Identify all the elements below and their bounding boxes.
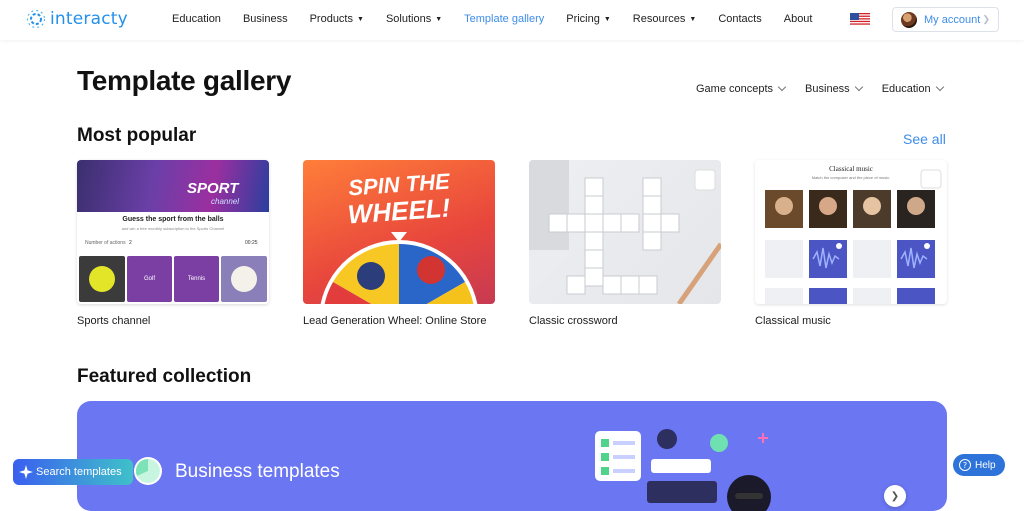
sports-question: Guess the sport from the balls (122, 216, 224, 223)
help-button[interactable]: ? Help (953, 454, 1005, 476)
option-tile (79, 256, 125, 302)
sparkle-icon (19, 465, 33, 479)
crossword-grid-icon (529, 160, 721, 304)
logo-sun-icon (26, 9, 46, 29)
timer-value: 00:25 (245, 240, 258, 246)
top-navigation-bar: interacty Education Business Products ▼ Solu… (0, 0, 1024, 40)
interacty-logo[interactable]: interacty (26, 9, 128, 29)
business-illustration (595, 429, 771, 511)
nav-item-template-gallery[interactable]: Template gallery (464, 13, 544, 25)
avatar (901, 11, 917, 28)
page-title: Template gallery (77, 65, 292, 96)
option-tile-tennis: Tennis (174, 256, 219, 302)
nav-item-label: Pricing (566, 13, 600, 25)
card-label[interactable]: Classical music (755, 315, 831, 327)
nav-item-label: Solutions (385, 13, 432, 25)
caret-down-icon: ▼ (689, 16, 697, 23)
caret-down-icon: ▼ (435, 16, 443, 23)
sports-banner-image (77, 160, 269, 212)
question-circle-icon: ? (959, 459, 971, 471)
business-pie-icon (134, 457, 162, 485)
see-all-link[interactable]: See all (903, 131, 946, 147)
tennis-ball-image (89, 266, 115, 292)
chevron-down-icon (854, 82, 863, 92)
main-nav: Education Business Products ▼ Solutions ▼ Temp… (172, 13, 834, 25)
help-label: Help (975, 459, 996, 471)
card-label[interactable]: Classic crossword (529, 315, 618, 327)
chevron-down-icon (935, 82, 944, 92)
chevron-right-icon: ❯ (982, 14, 990, 24)
actions-count: 2 (129, 240, 132, 246)
nav-item-solutions[interactable]: Solutions ▼ (386, 13, 442, 25)
filter-label: Game concepts (696, 83, 774, 95)
template-card-classic-crossword[interactable] (529, 160, 721, 304)
actions-label: Number of actions (85, 240, 126, 246)
filter-education[interactable]: Education (881, 82, 944, 95)
nav-item-education[interactable]: Education (172, 13, 221, 25)
filter-label: Education (881, 83, 931, 95)
banner-title: Business templates (175, 461, 340, 482)
sport-brand-text: SPORT (187, 180, 239, 197)
most-popular-heading: Most popular (77, 125, 197, 146)
business-templates-banner[interactable] (77, 401, 947, 511)
template-card-sports-channel[interactable]: SPORT channel Guess the sport from the b… (77, 160, 269, 304)
filter-game-concepts[interactable]: Game concepts (696, 82, 787, 95)
my-account-label: My account (924, 13, 981, 26)
search-templates-button[interactable]: Search templates (13, 459, 133, 485)
nav-item-label: Template gallery (464, 13, 545, 25)
option-tile (221, 256, 267, 302)
nav-item-label: Business (242, 13, 288, 25)
us-flag-icon[interactable] (850, 13, 870, 26)
search-templates-label: Search templates (36, 466, 122, 478)
prize-wheel-icon (320, 232, 478, 304)
nav-item-contacts[interactable]: Contacts (718, 13, 761, 25)
carousel-next-button[interactable]: ❯ (884, 485, 906, 507)
nav-item-about[interactable]: About (784, 13, 813, 25)
nav-item-business[interactable]: Business (243, 13, 288, 25)
chevron-down-icon (777, 82, 787, 92)
golf-ball-image (231, 266, 257, 292)
sports-question-sub: and win a free monthly subscription to t… (121, 226, 225, 231)
nav-item-label: Resources (632, 13, 686, 25)
option-tile-golf: Golf (127, 256, 172, 302)
nav-item-label: Education (172, 13, 221, 25)
caret-down-icon: ▼ (603, 16, 611, 23)
composer-grid-icon (765, 169, 942, 304)
card-label[interactable]: Lead Generation Wheel: Online Store (303, 315, 486, 327)
chevron-right-icon: ❯ (890, 490, 900, 502)
featured-collection-heading: Featured collection (77, 366, 252, 387)
card-label[interactable]: Sports channel (77, 315, 150, 327)
template-card-classical-music[interactable]: Classical music Match the composer and t… (755, 160, 947, 304)
nav-item-resources[interactable]: Resources ▼ (633, 13, 697, 25)
logo-text: interacty (50, 9, 128, 29)
template-card-spin-wheel[interactable]: SPIN THE WHEEL! (303, 160, 495, 304)
nav-item-label: Contacts (718, 13, 762, 25)
filter-label: Business (805, 83, 850, 95)
filter-bar: Game concepts Business Education (696, 82, 963, 95)
caret-down-icon: ▼ (357, 16, 364, 23)
nav-item-pricing[interactable]: Pricing ▼ (566, 13, 611, 25)
nav-item-label: About (783, 13, 813, 25)
nav-item-label: Products (309, 13, 353, 25)
filter-business[interactable]: Business (805, 82, 863, 95)
my-account-button[interactable]: My account ❯ (892, 7, 999, 32)
nav-item-products[interactable]: Products ▼ (310, 13, 364, 25)
sport-brand-sub: channel (211, 197, 240, 206)
